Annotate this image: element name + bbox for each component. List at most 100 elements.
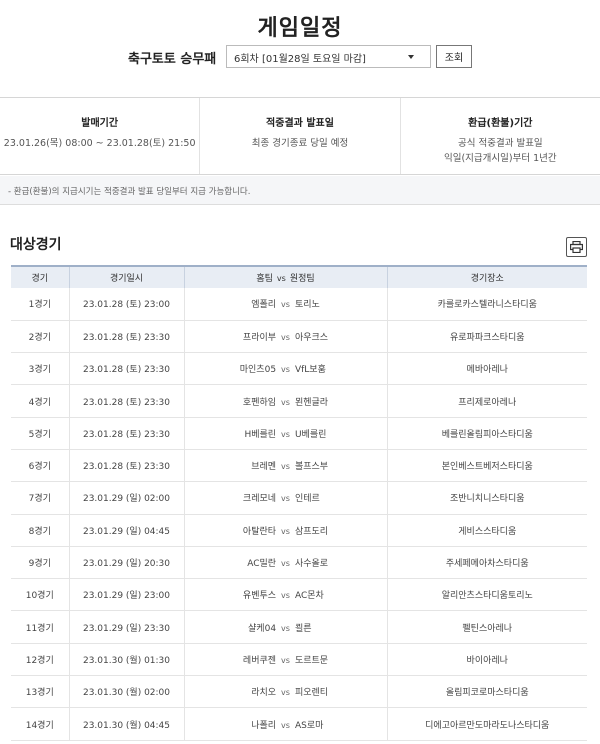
game-venue: 알리안츠스타디움토리노: [386, 578, 587, 612]
game-venue: 메바아레나: [386, 352, 587, 386]
game-teams: AC밀란 vs 사수올로: [183, 546, 387, 580]
print-button[interactable]: [566, 237, 587, 257]
game-datetime: 23.01.28 (토) 23:30: [68, 449, 184, 483]
game-venue: 주세페메아차스타디움: [386, 546, 587, 580]
vs-label: vs: [281, 591, 290, 601]
game-datetime: 23.01.28 (토) 23:30: [68, 320, 184, 354]
home-team: 아탈란타: [242, 526, 277, 537]
game-teams: 엠폴리 vs 토리노: [183, 288, 387, 321]
sales-info-box: 발매기간 23.01.26(목) 08:00 ~ 23.01.28(토) 21:…: [0, 97, 600, 175]
game-number: 1경기: [11, 288, 69, 321]
game-teams: 라치오 vs 피오렌티: [183, 675, 387, 709]
vs-label: vs: [281, 559, 290, 569]
sales-period-heading: 발매기간: [81, 118, 119, 129]
home-team: 엠폴리: [251, 300, 277, 311]
table-row: 7경기 23.01.29 (일) 02:00 크레모네 vs 인테르 조반니치니스타디움: [11, 481, 587, 515]
away-team: 사수올로: [294, 559, 329, 570]
home-team: 브레멘: [251, 462, 277, 473]
vs-label: vs: [281, 462, 290, 472]
game-venue: 올림피코로마스타디움: [386, 675, 587, 709]
vs-label: vs: [281, 720, 290, 730]
vs-label: vs: [281, 494, 290, 504]
game-teams: 프라이부 vs 아우크스: [183, 320, 387, 354]
col-header-datetime: 경기일시: [68, 265, 184, 288]
table-header-row: 경기 경기일시 홈팀 vs 원정팀 경기장소: [11, 265, 587, 288]
game-venue: 카를로카스텔라니스타디움: [386, 288, 587, 321]
game-datetime: 23.01.28 (토) 23:30: [68, 384, 184, 418]
game-datetime: 23.01.30 (월) 01:30: [68, 643, 184, 677]
game-number: 3경기: [11, 352, 69, 386]
refund-notice: - 환급(환불)의 지급시기는 적중결과 발표 당일부터 지급 가능합니다.: [0, 176, 600, 205]
game-datetime: 23.01.29 (일) 04:45: [68, 514, 184, 547]
col-header-away: 원정팀: [289, 274, 315, 284]
round-select-value: 6회차 [01월28일 토요일 마감]: [234, 54, 366, 65]
home-team: 마인츠05: [239, 365, 277, 376]
vs-label: vs: [281, 397, 290, 407]
table-row: 14경기 23.01.30 (월) 04:45 나폴리 vs AS로마 디에고아르만도마라…: [11, 707, 587, 741]
away-team: AS로마: [294, 720, 324, 731]
game-datetime: 23.01.29 (일) 02:00: [68, 481, 184, 515]
round-selector-row: 축구토토 승무패 6회차 [01월28일 토요일 마감] 조회: [0, 45, 600, 69]
home-team: AC밀란: [247, 559, 277, 570]
home-team: 라치오: [251, 688, 277, 699]
vs-label: vs: [281, 300, 290, 310]
home-team: H베를린: [244, 429, 277, 440]
away-team: 도르트문: [294, 655, 329, 666]
table-row: 4경기 23.01.28 (토) 23:30 호펜하임 vs 묀헨글라 프리제로아레나: [11, 384, 587, 418]
away-team: 삼프도리: [294, 526, 329, 537]
game-teams: 레버쿠젠 vs 도르트문: [183, 643, 387, 677]
refund-period-col: 환급(환불)기간 공식 적중결과 발표일 익일(지급개시일)부터 1년간: [401, 98, 600, 174]
vs-label: vs: [281, 429, 290, 439]
home-team: 크레모네: [242, 494, 277, 505]
game-teams: 호펜하임 vs 묀헨글라: [183, 384, 387, 418]
game-datetime: 23.01.28 (토) 23:00: [68, 288, 184, 321]
table-row: 6경기 23.01.28 (토) 23:30 브레멘 vs 볼프스부 본인베스트베저스타디…: [11, 449, 587, 483]
vs-label: vs: [281, 332, 290, 342]
game-teams: H베를린 vs U베를린: [183, 417, 387, 450]
table-row: 12경기 23.01.30 (월) 01:30 레버쿠젠 vs 도르트문 바이아레나: [11, 643, 587, 677]
away-team: U베를린: [294, 429, 327, 440]
table-row: 1경기 23.01.28 (토) 23:00 엠폴리 vs 토리노 카를로카스텔라니스타디…: [11, 288, 587, 321]
home-team: 샬케04: [248, 623, 277, 634]
game-teams: 나폴리 vs AS로마: [183, 707, 387, 741]
game-datetime: 23.01.29 (일) 20:30: [68, 546, 184, 580]
result-date-col: 적중결과 발표일 최종 경기종료 당일 예정: [200, 98, 401, 174]
vs-label: vs: [281, 526, 290, 536]
search-button[interactable]: 조회: [436, 45, 472, 68]
game-number: 9경기: [11, 546, 69, 580]
home-team: 나폴리: [251, 720, 277, 731]
game-teams: 브레멘 vs 볼프스부: [183, 449, 387, 483]
round-select[interactable]: 6회차 [01월28일 토요일 마감]: [226, 45, 431, 68]
game-datetime: 23.01.28 (토) 23:30: [68, 352, 184, 386]
table-row: 5경기 23.01.28 (토) 23:30 H베를린 vs U베를린 베를린올림피아스타…: [11, 417, 587, 450]
game-datetime: 23.01.30 (월) 04:45: [68, 707, 184, 741]
col-header-venue: 경기장소: [386, 265, 587, 288]
table-row: 8경기 23.01.29 (일) 04:45 아탈란타 vs 삼프도리 게비스스타디움: [11, 514, 587, 547]
vs-label: vs: [281, 365, 290, 375]
chevron-down-icon: [408, 55, 414, 59]
game-venue: 바이아레나: [386, 643, 587, 677]
vs-label: vs: [281, 623, 290, 633]
game-teams: 크레모네 vs 인테르: [183, 481, 387, 515]
game-teams: 마인츠05 vs VfL보훔: [183, 352, 387, 386]
table-row: 3경기 23.01.28 (토) 23:30 마인츠05 vs VfL보훔 메바아레나: [11, 352, 587, 386]
col-header-teams: 홈팀 vs 원정팀: [183, 265, 387, 288]
game-number: 5경기: [11, 417, 69, 450]
game-venue: 디에고아르만도마라도나스타디움: [386, 707, 587, 741]
game-datetime: 23.01.29 (일) 23:30: [68, 610, 184, 644]
game-teams: 아탈란타 vs 삼프도리: [183, 514, 387, 547]
game-venue: 본인베스트베저스타디움: [386, 449, 587, 483]
away-team: 토리노: [294, 300, 320, 311]
game-number: 2경기: [11, 320, 69, 354]
away-team: 피오렌티: [294, 688, 329, 699]
game-number: 7경기: [11, 481, 69, 515]
away-team: VfL보훔: [294, 365, 326, 376]
game-venue: 펠틴스아레나: [386, 610, 587, 644]
game-teams: 샬케04 vs 쾰른: [183, 610, 387, 644]
game-venue: 유로파파크스타디움: [386, 320, 587, 354]
game-number: 8경기: [11, 514, 69, 547]
table-row: 13경기 23.01.30 (월) 02:00 라치오 vs 피오렌티 올림피코로마스타디…: [11, 675, 587, 709]
game-venue: 프리제로아레나: [386, 384, 587, 418]
vs-label: vs: [281, 655, 290, 665]
game-number: 11경기: [11, 610, 69, 644]
